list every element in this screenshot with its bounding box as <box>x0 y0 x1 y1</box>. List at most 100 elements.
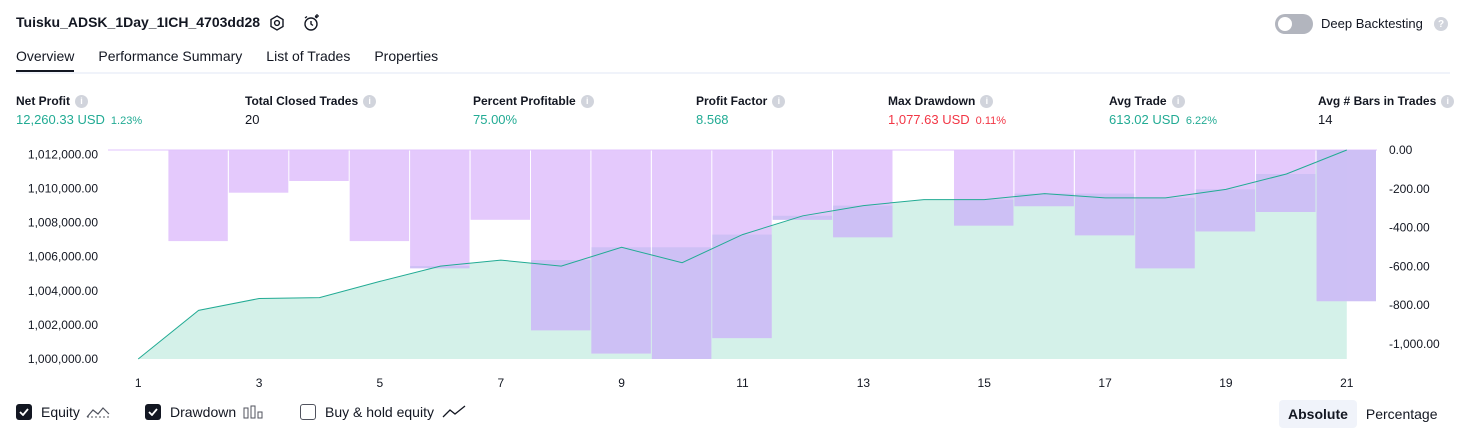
info-icon[interactable]: i <box>75 94 88 108</box>
percentage-button[interactable]: Percentage <box>1357 400 1447 428</box>
x-axis-tick: 5 <box>377 376 384 390</box>
tab-bar: Overview Performance Summary List of Tra… <box>16 48 462 73</box>
absolute-button[interactable]: Absolute <box>1279 400 1357 428</box>
metric-avg-trade: Avg Trade i 613.02 USD 6.22% <box>1109 94 1217 127</box>
strategy-title: Tuisku_ADSK_1Day_1ICH_4703dd28 <box>16 14 261 30</box>
legend-equity[interactable]: Equity <box>16 404 110 420</box>
metric-value: 12,260.33 USD <box>16 112 105 127</box>
equity-checkbox[interactable] <box>16 404 32 420</box>
drawdown-equity-overlap <box>954 199 1014 226</box>
left-axis-tick: 1,010,000.00 <box>28 182 98 196</box>
drawdown-equity-overlap <box>591 247 651 354</box>
legend-label: Equity <box>41 404 80 420</box>
metric-profit-factor: Profit Factor i 8.568 <box>696 94 786 127</box>
legend-buy-hold[interactable]: Buy & hold equity <box>300 404 466 420</box>
view-mode-switch: Absolute Percentage <box>1279 400 1447 428</box>
info-icon[interactable]: i <box>772 94 786 108</box>
metric-max-drawdown: Max Drawdown i 1,077.63 USD 0.11% <box>888 94 1006 127</box>
drawdown-checkbox[interactable] <box>145 404 161 420</box>
equity-line-icon <box>86 407 110 418</box>
info-icon[interactable]: i <box>980 94 994 108</box>
tab-performance-summary[interactable]: Performance Summary <box>98 48 242 73</box>
left-axis-tick: 1,012,000.00 <box>28 147 98 161</box>
buy-hold-checkbox[interactable] <box>300 404 316 420</box>
equity-drawdown-chart[interactable]: 1,000,000.00 1,002,000.00 1,004,000.00 1,00… <box>0 140 1466 395</box>
left-axis-tick: 1,006,000.00 <box>28 250 98 264</box>
alarm-clock-icon[interactable] <box>301 13 321 33</box>
right-axis-tick: -1,000.00 <box>1389 337 1440 351</box>
drawdown-bar <box>772 150 833 220</box>
bar-chart-icon <box>243 405 263 419</box>
left-axis-tick: 1,004,000.00 <box>28 284 98 298</box>
right-axis-tick: -400.00 <box>1389 221 1430 235</box>
metric-percent: 1.23% <box>110 115 143 127</box>
right-axis-tick: -200.00 <box>1389 182 1430 196</box>
drawdown-equity-overlap <box>1074 193 1135 236</box>
metric-avg-bars-in-trades: Avg # Bars in Trades i 14 <box>1318 94 1455 127</box>
toggle-knob <box>1278 17 1292 31</box>
drawdown-bar <box>470 150 530 220</box>
legend-drawdown[interactable]: Drawdown <box>145 404 263 420</box>
legend-label: Drawdown <box>170 404 237 420</box>
left-axis-tick: 1,002,000.00 <box>28 318 98 332</box>
metric-label: Profit Factor <box>696 94 768 108</box>
right-axis-tick: -600.00 <box>1389 259 1430 273</box>
drawdown-equity-overlap <box>531 260 591 331</box>
metric-total-closed-trades: Total Closed Trades i 20 <box>245 94 377 127</box>
tab-properties[interactable]: Properties <box>374 48 438 73</box>
x-axis-tick: 7 <box>497 376 504 390</box>
metric-percent-profitable: Percent Profitable i 75.00% <box>473 94 594 127</box>
metric-label: Avg Trade <box>1109 94 1167 108</box>
metric-percent: 6.22% <box>1185 115 1218 127</box>
metric-value: 8.568 <box>696 112 729 127</box>
drawdown-bar <box>410 150 470 269</box>
settings-icon[interactable] <box>267 13 287 33</box>
x-axis-tick: 21 <box>1340 376 1354 390</box>
info-icon[interactable]: i <box>580 94 594 108</box>
metric-percent: 0.11% <box>975 115 1007 127</box>
x-axis-tick: 15 <box>978 376 992 390</box>
tab-overview[interactable]: Overview <box>16 48 75 73</box>
metric-label: Avg # Bars in Trades <box>1318 94 1437 108</box>
drawdown-equity-overlap <box>833 205 893 238</box>
metric-label: Percent Profitable <box>473 94 576 108</box>
metric-net-profit: Net Profit i 12,260.33 USD 1.23% <box>16 94 142 127</box>
drawdown-bar <box>168 150 228 242</box>
x-axis-tick: 3 <box>256 376 263 390</box>
deep-backtesting-label: Deep Backtesting <box>1321 16 1423 31</box>
metric-value: 75.00% <box>473 112 518 127</box>
right-axis-tick: -800.00 <box>1389 298 1430 312</box>
info-icon[interactable]: i <box>1171 94 1185 108</box>
deep-backtesting-toggle[interactable] <box>1275 14 1313 34</box>
legend-label: Buy & hold equity <box>325 404 434 420</box>
info-icon[interactable]: i <box>363 94 377 108</box>
drawdown-bar <box>228 150 289 193</box>
x-axis-tick: 17 <box>1098 376 1112 390</box>
x-axis-tick: 13 <box>857 376 871 390</box>
info-icon[interactable]: i <box>1441 94 1455 108</box>
x-axis-tick: 9 <box>618 376 625 390</box>
drawdown-equity-overlap <box>712 234 772 339</box>
drawdown-equity-overlap <box>1195 189 1256 232</box>
x-axis-tick: 1 <box>135 376 142 390</box>
x-axis-tick: 19 <box>1219 376 1233 390</box>
drawdown-equity-overlap <box>1316 150 1376 302</box>
metric-value: 14 <box>1318 112 1333 127</box>
left-axis-tick: 1,000,000.00 <box>28 352 98 366</box>
metric-label: Net Profit <box>16 94 70 108</box>
metric-value: 20 <box>245 112 260 127</box>
drawdown-bar <box>289 150 349 181</box>
metric-value: 1,077.63 USD <box>888 112 970 127</box>
drawdown-equity-overlap <box>1135 197 1195 269</box>
tab-list-of-trades[interactable]: List of Trades <box>266 48 350 73</box>
metric-label: Max Drawdown <box>888 94 976 108</box>
drawdown-equity-overlap <box>651 247 712 359</box>
metric-label: Total Closed Trades <box>245 94 359 108</box>
tab-divider <box>16 72 1450 74</box>
help-icon[interactable]: ? <box>1434 17 1448 31</box>
trend-line-icon <box>442 405 466 418</box>
metric-value: 613.02 USD <box>1109 112 1180 127</box>
drawdown-bar <box>349 150 410 242</box>
x-axis-tick: 11 <box>736 376 749 390</box>
right-axis-tick: 0.00 <box>1389 143 1413 157</box>
